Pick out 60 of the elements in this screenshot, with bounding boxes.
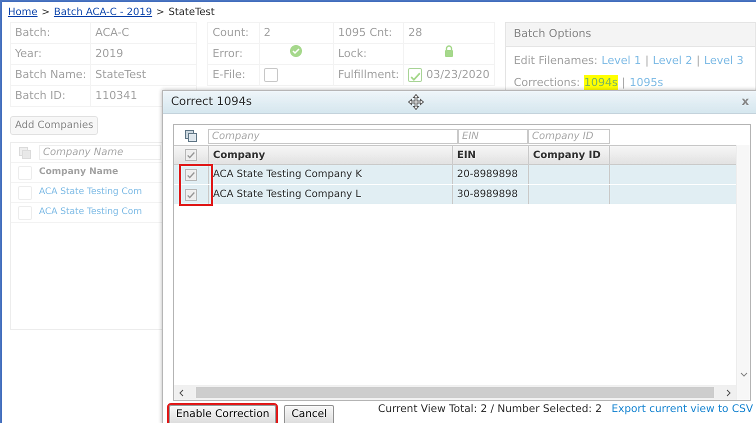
option-label: Corrections: (514, 75, 580, 92)
field-value: StateTest (90, 64, 197, 86)
option-link[interactable]: Level 2 (652, 53, 692, 70)
table-cell: ACA State Testing Company K (208, 165, 452, 184)
link-separator: | (645, 53, 649, 70)
field-label: Batch ID: (10, 86, 91, 106)
field-label: Batch: (10, 22, 91, 44)
field-value: 03/23/2020 (426, 66, 490, 83)
link-separator: | (696, 53, 700, 70)
check-circle-icon (290, 45, 302, 58)
company-link[interactable]: ACA State Testing Com (39, 186, 142, 200)
column-header: EIN (452, 146, 528, 164)
filter-field[interactable]: Company (208, 128, 458, 144)
vertical-scrollbar[interactable] (736, 145, 750, 400)
field-value: 2019 (90, 44, 197, 64)
breadcrumb-current: StateTest (168, 7, 215, 18)
field-label: Count: (208, 22, 260, 44)
table-cell: ACA State Testing Company L (208, 185, 452, 204)
field-value: ACA-C (90, 22, 197, 44)
column-header: Company Name (39, 166, 118, 179)
company-link[interactable]: ACA State Testing Com (39, 206, 142, 220)
checkbox[interactable] (185, 168, 197, 180)
field-value: 28 (404, 22, 494, 44)
horizontal-scrollbar[interactable] (174, 385, 736, 400)
copy-icon[interactable] (185, 130, 197, 142)
field-label: Batch Name: (10, 64, 91, 86)
breadcrumb-separator: > (42, 7, 50, 18)
table-cell: 20-8989898 (452, 165, 528, 184)
field-label: Fulfillment: (333, 64, 404, 86)
breadcrumb-link[interactable]: Home (8, 7, 38, 18)
dialog-button[interactable]: Cancel (284, 405, 334, 423)
option-link[interactable]: 1095s (629, 75, 664, 92)
panel-title: Batch Options (506, 23, 755, 46)
close-button[interactable]: x (742, 93, 749, 111)
export-link[interactable]: Export current view to CSV (612, 402, 753, 418)
checkbox[interactable] (408, 68, 422, 82)
filter-field[interactable]: Company ID (528, 128, 610, 144)
lock-icon (444, 45, 454, 58)
field-label: Error: (208, 44, 260, 64)
filter-field[interactable]: EIN (458, 128, 528, 144)
link-separator: | (622, 75, 626, 92)
breadcrumb-separator: > (156, 7, 165, 18)
move-icon[interactable] (408, 94, 424, 110)
column-header: Company (208, 146, 452, 164)
checkbox[interactable] (264, 68, 278, 82)
checkbox[interactable] (185, 149, 197, 161)
status-text: Current View Total: 2 / Number Selected: 2 (378, 402, 602, 417)
field-label: Lock: (333, 44, 404, 64)
field-label: E-File: (208, 64, 260, 86)
field-value: 2 (259, 22, 334, 44)
field-label: Year: (10, 44, 91, 64)
option-label: Edit Filenames: (514, 53, 598, 70)
option-link[interactable]: Level 1 (602, 53, 642, 70)
column-header: Company ID (528, 146, 610, 164)
table-cell: 30-8989898 (452, 185, 528, 204)
checkbox[interactable] (185, 188, 197, 200)
field-label: 1095 Cnt: (333, 22, 404, 44)
option-link[interactable]: Level 3 (704, 53, 744, 70)
breadcrumb-link[interactable]: Batch ACA-C - 2019 (54, 7, 152, 18)
dialog-button[interactable]: Enable Correction (169, 405, 276, 423)
